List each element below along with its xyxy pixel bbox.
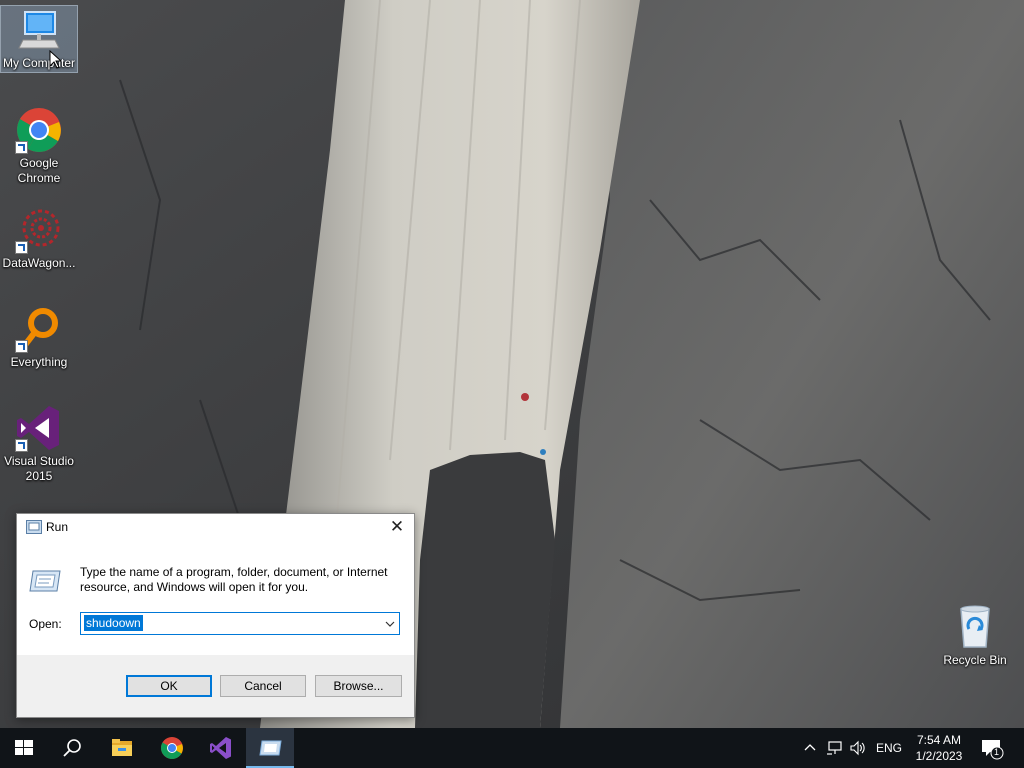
run-icon bbox=[259, 740, 282, 756]
computer-icon bbox=[15, 6, 63, 54]
clock[interactable]: 7:54 AM 1/2/2023 bbox=[905, 732, 973, 764]
desktop-icon-label: Everything bbox=[10, 355, 68, 369]
open-combobox[interactable]: shudoown bbox=[80, 612, 400, 635]
action-center-button[interactable]: 1 bbox=[980, 738, 1004, 760]
desktop-icon-recycle-bin[interactable]: Recycle Bin bbox=[937, 603, 1013, 668]
shortcut-arrow-icon bbox=[15, 141, 28, 154]
chrome-icon bbox=[15, 106, 63, 154]
clock-date: 1/2/2023 bbox=[915, 749, 963, 763]
desktop-icon-my-computer[interactable]: My Computer bbox=[0, 5, 78, 73]
visual-studio-taskbar-button[interactable] bbox=[197, 728, 245, 768]
recycle-bin-icon bbox=[951, 603, 999, 651]
desktop-icon-everything[interactable]: Everything bbox=[1, 305, 77, 370]
taskbar: ENG 7:54 AM 1/2/2023 1 bbox=[0, 728, 1024, 768]
chevron-down-icon[interactable] bbox=[381, 613, 399, 634]
network-icon[interactable] bbox=[826, 740, 844, 756]
cancel-button[interactable]: Cancel bbox=[220, 675, 306, 697]
run-dialog-title: Run bbox=[46, 520, 69, 534]
desktop-icon-label: DataWagon... bbox=[2, 256, 76, 270]
desktop-icon-label: Recycle Bin bbox=[943, 653, 1007, 667]
run-dialog: Run ✕ Type the name of a program, folder… bbox=[16, 513, 415, 718]
run-taskbar-button[interactable] bbox=[246, 728, 294, 768]
visual-studio-icon bbox=[210, 737, 231, 759]
everything-search-icon bbox=[15, 305, 63, 353]
chrome-taskbar-button[interactable] bbox=[148, 728, 196, 768]
shortcut-arrow-icon bbox=[15, 340, 28, 353]
browse-button[interactable]: Browse... bbox=[315, 675, 402, 697]
desktop-icon-google-chrome[interactable]: Google Chrome bbox=[1, 106, 77, 186]
ok-button[interactable]: OK bbox=[126, 675, 212, 697]
visual-studio-icon bbox=[15, 404, 63, 452]
chevron-up-icon[interactable] bbox=[803, 740, 817, 754]
close-button[interactable]: ✕ bbox=[380, 514, 414, 541]
open-label: Open: bbox=[29, 617, 62, 631]
shortcut-arrow-icon bbox=[15, 241, 28, 254]
run-icon bbox=[26, 520, 42, 534]
search-icon bbox=[63, 739, 81, 757]
search-button[interactable] bbox=[48, 728, 96, 768]
run-dialog-body: Type the name of a program, folder, docu… bbox=[17, 541, 414, 655]
language-indicator[interactable]: ENG bbox=[876, 741, 902, 755]
desktop-icon-label: My Computer bbox=[2, 56, 76, 70]
run-program-icon bbox=[29, 568, 61, 594]
open-input[interactable]: shudoown bbox=[84, 615, 143, 631]
desktop-icon-datawagon[interactable]: DataWagon... bbox=[1, 206, 77, 271]
mouse-cursor-icon bbox=[49, 50, 61, 69]
start-icon bbox=[15, 740, 33, 755]
desktop-icon-label: Google Chrome bbox=[17, 156, 61, 185]
chrome-icon bbox=[161, 737, 183, 759]
shortcut-arrow-icon bbox=[15, 439, 28, 452]
datawagon-icon bbox=[15, 206, 63, 254]
clock-time: 7:54 AM bbox=[916, 733, 962, 747]
run-titlebar[interactable]: Run ✕ bbox=[17, 514, 414, 541]
desktop-icon-label: Visual Studio 2015 bbox=[4, 454, 74, 483]
file-explorer-button[interactable] bbox=[98, 728, 146, 768]
notification-icon bbox=[982, 740, 1004, 760]
volume-icon[interactable] bbox=[849, 740, 867, 756]
file-explorer-icon bbox=[112, 739, 132, 756]
start-button[interactable] bbox=[0, 728, 48, 768]
notification-count: 1 bbox=[994, 747, 1000, 757]
desktop-icon-visual-studio[interactable]: Visual Studio 2015 bbox=[1, 404, 77, 484]
run-description: Type the name of a program, folder, docu… bbox=[80, 565, 388, 594]
